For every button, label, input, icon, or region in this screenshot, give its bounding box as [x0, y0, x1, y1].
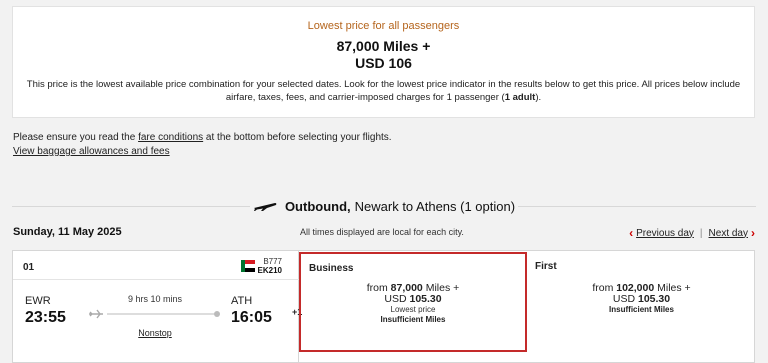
- lowest-price-usd: USD 106: [355, 55, 412, 71]
- business-usd: USD 105.30: [301, 294, 525, 305]
- heading-rule-right: [516, 206, 756, 207]
- destination-code: ATH: [231, 295, 253, 307]
- flight-details[interactable]: 01 B777 EK210 EWR 23:55 9 hrs 10 mins No…: [13, 251, 302, 363]
- baggage-allowances-link[interactable]: View baggage allowances and fees: [13, 146, 170, 157]
- fare-conditions-notice: Please ensure you read the fare conditio…: [13, 131, 392, 145]
- business-usd-prefix: USD: [384, 293, 407, 305]
- notice-suffix: at the bottom before selecting your flig…: [203, 132, 392, 143]
- business-title: Business: [309, 263, 354, 274]
- fare-conditions-link[interactable]: fare conditions: [138, 132, 203, 143]
- flight-option-card: 01 B777 EK210 EWR 23:55 9 hrs 10 mins No…: [12, 250, 755, 363]
- arrival-time: 16:05: [231, 309, 272, 326]
- nonstop-link[interactable]: Nonstop: [93, 328, 217, 338]
- business-status: Insufficient Miles: [380, 315, 446, 324]
- date-row: Sunday, 11 May 2025 All times displayed …: [13, 226, 755, 242]
- next-day-link[interactable]: Next day: [709, 228, 748, 239]
- arrival-info: ATH 16:05 +1: [231, 295, 302, 327]
- flight-code: EK210: [257, 266, 282, 275]
- origin-code: EWR: [25, 295, 51, 307]
- departure-time: 23:55: [25, 309, 66, 326]
- description-end: ).: [535, 92, 542, 103]
- business-price: from 87,000 Miles + USD 105.30 Lowest pr…: [301, 283, 525, 325]
- business-fare-option[interactable]: Business from 87,000 Miles + USD 105.30 …: [299, 252, 527, 352]
- nav-separator: |: [699, 227, 703, 239]
- flight-codes: B777 EK210: [258, 257, 282, 275]
- lowest-price-description: This price is the lowest available price…: [25, 78, 742, 104]
- plane-icon: [253, 203, 277, 211]
- lowest-price-label: Lowest price for all passengers: [307, 20, 460, 32]
- airline-logo-icon: [240, 260, 255, 272]
- route-line: [89, 309, 220, 319]
- outbound-heading: Outbound, Newark to Athens (1 option): [0, 196, 768, 216]
- outbound-title: Outbound, Newark to Athens (1 option): [250, 196, 518, 216]
- outbound-label: Outbound,: [284, 198, 351, 214]
- first-usd-prefix: USD: [612, 293, 636, 305]
- day-navigation: ‹ Previous day | Next day ›: [629, 226, 755, 240]
- first-usd-value: 105.30: [637, 293, 671, 305]
- outbound-route: Newark to Athens (1 option): [354, 198, 516, 214]
- departure-info: EWR 23:55: [25, 295, 66, 327]
- lowest-price-tag: Lowest price: [390, 305, 436, 314]
- option-number: 01: [23, 262, 35, 273]
- airline-info: B777 EK210: [240, 257, 282, 275]
- first-from: from: [592, 282, 614, 294]
- chevron-right-icon[interactable]: ›: [751, 226, 755, 240]
- fare-notice: Please ensure you read the fare conditio…: [13, 131, 392, 159]
- timezone-note: All times displayed are local for each c…: [300, 227, 464, 237]
- chevron-left-icon[interactable]: ‹: [629, 226, 633, 240]
- lowest-price-summary: Lowest price for all passengers 87,000 M…: [12, 6, 755, 118]
- notice-prefix: Please ensure you read the: [13, 132, 139, 143]
- first-price: from 102,000 Miles + USD 105.30 Insuffic…: [527, 283, 756, 315]
- aircraft-type: B777: [263, 257, 282, 266]
- passenger-count: 1 adult: [504, 92, 536, 103]
- route-plane-icon: [89, 309, 103, 319]
- business-usd-value: 105.30: [409, 293, 442, 305]
- lowest-price-miles: 87,000 Miles +: [336, 38, 431, 54]
- first-usd: USD 105.30: [527, 294, 756, 305]
- flight-divider: [13, 279, 299, 280]
- flight-duration: 9 hrs 10 mins: [127, 294, 183, 304]
- first-status: Insufficient Miles: [609, 305, 674, 314]
- previous-day-link[interactable]: Previous day: [636, 228, 694, 239]
- first-title: First: [535, 261, 557, 272]
- heading-rule-left: [12, 206, 252, 207]
- first-fare-option[interactable]: First from 102,000 Miles + USD 105.30 In…: [527, 251, 756, 363]
- travel-date: Sunday, 11 May 2025: [13, 226, 122, 238]
- description-text: This price is the lowest available price…: [26, 79, 741, 103]
